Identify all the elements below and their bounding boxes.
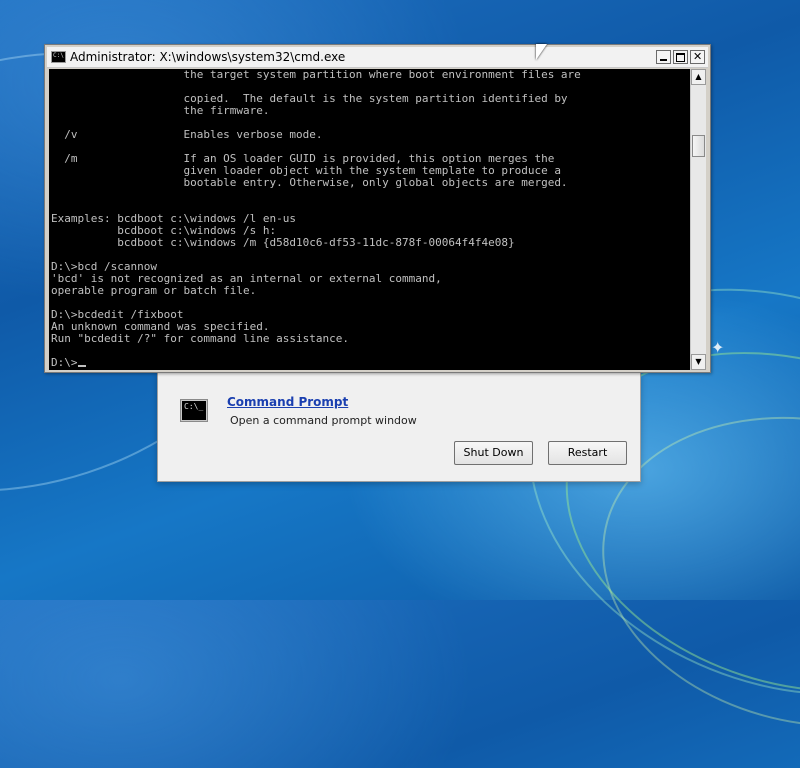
console-area[interactable]: the target system partition where boot e… — [49, 69, 690, 370]
minimize-icon[interactable] — [656, 50, 671, 64]
console-line: bcdboot c:\windows /m {d58d10c6-df53-11d… — [51, 236, 515, 249]
console-output: the target system partition where boot e… — [49, 69, 690, 369]
text-cursor — [77, 365, 86, 367]
title-bar[interactable]: C:\ Administrator: X:\windows\system32\c… — [47, 47, 708, 68]
command-prompt-icon[interactable]: C:\_ — [180, 399, 208, 422]
console-line: bootable entry. Otherwise, only global o… — [51, 176, 568, 189]
arrow-down-icon[interactable]: ▼ — [691, 354, 706, 370]
command-prompt-description: Open a command prompt window — [230, 414, 417, 427]
window-title: Administrator: X:\windows\system32\cmd.e… — [70, 50, 346, 64]
scrollbar-thumb[interactable] — [692, 135, 705, 157]
vertical-scrollbar[interactable]: ▲ ▼ — [690, 69, 706, 370]
shut-down-button[interactable]: Shut Down — [454, 441, 533, 465]
arrow-up-icon[interactable]: ▲ — [691, 69, 706, 85]
maximize-icon[interactable] — [673, 50, 688, 64]
recovery-options-dialog: C:\_ Command Prompt Open a command promp… — [157, 372, 641, 482]
console-line: operable program or batch file. — [51, 284, 257, 297]
console-line: Run "bcdedit /?" for command line assist… — [51, 332, 350, 345]
mouse-pointer-icon — [536, 44, 547, 60]
command-prompt-line: D:\> — [51, 356, 78, 369]
cmd-window: C:\ Administrator: X:\windows\system32\c… — [44, 44, 711, 373]
command-prompt-link[interactable]: Command Prompt — [227, 395, 348, 409]
sparkle-icon: ✦ — [711, 338, 725, 357]
console-line: /v Enables verbose mode. — [51, 128, 323, 141]
console-line: the firmware. — [51, 104, 270, 117]
restart-button[interactable]: Restart — [548, 441, 627, 465]
console-line: the target system partition where boot e… — [51, 69, 581, 81]
close-icon[interactable] — [690, 50, 705, 64]
cmd-icon[interactable]: C:\ — [51, 51, 66, 63]
